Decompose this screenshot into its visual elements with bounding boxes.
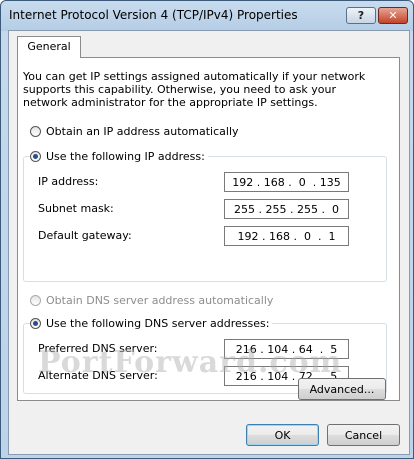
obtain-dns-auto-label: Obtain DNS server address automatically	[46, 293, 274, 307]
window-title: Internet Protocol Version 4 (TCP/IPv4) P…	[9, 8, 298, 22]
ok-button[interactable]: OK	[246, 424, 319, 446]
properties-dialog: Internet Protocol Version 4 (TCP/IPv4) P…	[0, 0, 414, 459]
use-dns-manual-option[interactable]: Use the following DNS server addresses:	[30, 315, 273, 331]
tab-general[interactable]: General	[17, 36, 81, 58]
obtain-dns-auto-radio[interactable]	[30, 294, 41, 306]
subnet-mask-field[interactable]: 255 . 255 . 255 . 0	[224, 199, 349, 219]
obtain-ip-auto-option[interactable]: Obtain an IP address automatically	[30, 123, 239, 139]
obtain-ip-auto-radio[interactable]	[30, 125, 41, 137]
cancel-button[interactable]: Cancel	[327, 424, 400, 446]
subnet-mask-label: Subnet mask:	[38, 202, 114, 215]
preferred-dns-label: Preferred DNS server:	[38, 342, 158, 355]
general-tab-page: You can get IP settings assigned automat…	[17, 57, 400, 401]
ip-address-group: IP address: 192 . 168 . 0 . 135 Subnet m…	[23, 156, 387, 282]
help-button[interactable]: ?	[346, 7, 376, 24]
use-ip-manual-option[interactable]: Use the following IP address:	[30, 148, 208, 164]
ip-address-field[interactable]: 192 . 168 . 0 . 135	[224, 172, 349, 192]
close-button[interactable]: ✕	[378, 7, 408, 24]
title-bar: Internet Protocol Version 4 (TCP/IPv4) P…	[1, 1, 413, 29]
ip-address-label: IP address:	[38, 175, 99, 188]
obtain-ip-auto-label: Obtain an IP address automatically	[46, 124, 239, 138]
use-ip-manual-label: Use the following IP address:	[46, 149, 205, 163]
obtain-dns-auto-option[interactable]: Obtain DNS server address automatically	[30, 292, 273, 308]
default-gateway-label: Default gateway:	[38, 229, 132, 242]
use-ip-manual-radio[interactable]	[30, 150, 41, 162]
dialog-client-area: General You can get IP settings assigned…	[8, 30, 410, 455]
use-dns-manual-label: Use the following DNS server addresses:	[46, 316, 270, 330]
advanced-button[interactable]: Advanced...	[298, 378, 386, 400]
intro-text: You can get IP settings assigned automat…	[23, 70, 366, 109]
preferred-dns-field[interactable]: 216 . 104 . 64 . 5	[224, 339, 349, 359]
default-gateway-field[interactable]: 192 . 168 . 0 . 1	[224, 226, 349, 246]
use-dns-manual-radio[interactable]	[30, 317, 41, 329]
alternate-dns-label: Alternate DNS server:	[38, 369, 158, 382]
